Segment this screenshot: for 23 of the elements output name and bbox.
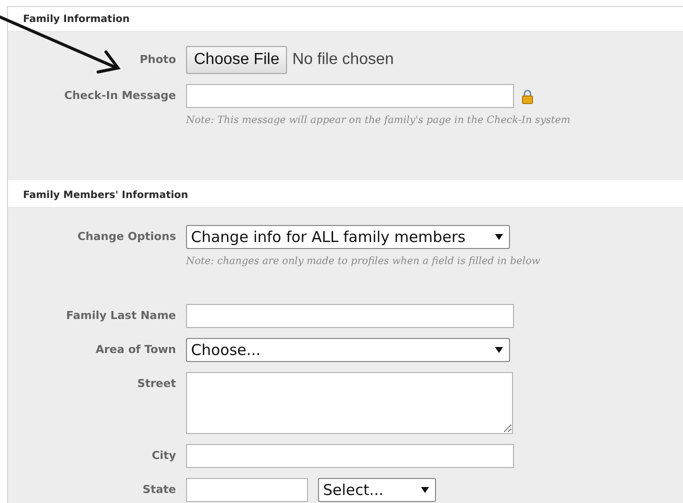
field-label: Photo <box>140 52 176 66</box>
text-field[interactable] <box>186 304 514 328</box>
caret-icon <box>421 487 429 493</box>
field-label: Family Last Name <box>66 308 176 322</box>
field-label: Area of Town <box>96 342 176 356</box>
field-label: City <box>152 448 176 462</box>
field-label: Change Options <box>77 229 176 243</box>
text-field[interactable] <box>186 444 514 468</box>
caret-icon <box>495 347 503 353</box>
note-text: Note: changes are only made to profiles when a field is filled in below <box>186 256 542 267</box>
field-label: State <box>142 482 176 496</box>
text-area[interactable] <box>186 372 513 434</box>
choose-file-button[interactable]: Choose File <box>186 46 288 74</box>
dropdown[interactable]: Change info for ALL family members <box>186 225 510 249</box>
field-label: Street <box>137 376 176 390</box>
field-label: Check-In Message <box>64 88 176 102</box>
text-field[interactable] <box>186 478 308 502</box>
note-text: Note: This message will appear on the family's page in the Check-In system <box>186 115 572 126</box>
caret-icon <box>495 234 503 240</box>
dropdown[interactable]: Select... <box>318 478 436 502</box>
text-field[interactable] <box>186 84 514 108</box>
dropdown[interactable]: Choose... <box>186 338 510 362</box>
file-status: No file chosen <box>292 51 394 69</box>
